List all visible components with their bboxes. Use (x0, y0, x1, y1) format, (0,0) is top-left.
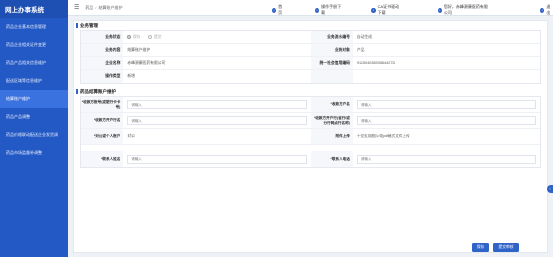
account-no-input[interactable] (127, 100, 307, 109)
account-no-cell (123, 97, 310, 112)
info-row-operation: 操作类型 新增 (81, 70, 540, 83)
account-type-value: 对公 (127, 134, 135, 138)
value-company: 赤峰源康医药有限公司 (127, 60, 166, 65)
sidebar-item-3[interactable]: 配送区域等信息维护 (0, 72, 68, 90)
top-nav-item-2[interactable]: • CA证书驱动下载 (371, 4, 402, 16)
label-company: 企业名称 (81, 57, 124, 69)
radio-save[interactable]: 保存 (127, 35, 140, 40)
label-account-no: *收款方账号(或银行卡卡号) (81, 97, 124, 112)
business-section-title: 业务管理 (74, 21, 547, 30)
sidebar-item-2[interactable]: 药品产品相关信息维护 (0, 54, 68, 72)
top-nav: • 首页 • 操作手册下载 • CA证书驱动下载 • 您好，赤峰源康医药有限公司 • 退出 (272, 4, 553, 16)
radio-save-circle (127, 35, 132, 39)
ca-icon: • (371, 7, 376, 13)
top-nav-label: CA证书驱动下载 (377, 4, 400, 15)
label-bank-branch: *收款方开户行(省行/或分行网点行名称) (310, 113, 353, 128)
info-row-status: 业务状态 保存 提交 业务流水编号 自动生成 (81, 31, 540, 44)
topbar: ☰ 药品 / 结算账户维护 • 首页 • 操作手册下载 • CA证书驱动下载 • 您好，赤峰源康医… (68, 0, 553, 16)
sidebar-item-4[interactable]: 结算账户维护 (0, 90, 68, 108)
form-row-contact: *联系人姓名 *联系人电话 (81, 151, 540, 167)
form-row-bank: *收款方开户行名 *收款方开户行(省行/或分行网点行名称) (81, 113, 540, 129)
top-nav-item-1[interactable]: • 操作手册下载 (314, 4, 342, 16)
contact-phone-cell (353, 151, 540, 167)
attachment-upload[interactable]: 十仅支持图片/或pdf格式文件上传 (353, 129, 540, 144)
sidebar-item-5[interactable]: 药品产品调整 (0, 108, 68, 126)
app-title: 网上办事系统 (0, 0, 68, 18)
label-account-name: *收款方户名 (310, 97, 353, 112)
account-name-input[interactable] (356, 100, 536, 109)
expand-panel-icon[interactable]: ‹ (547, 185, 553, 193)
contact-phone-input[interactable] (356, 154, 536, 164)
top-nav-label: 操作手册下载 (321, 4, 342, 15)
business-info-table: 业务状态 保存 提交 业务流水编号 自动生成 业务内容 结算账户维护 业务对象 … (80, 30, 541, 84)
user-icon: • (437, 7, 442, 13)
info-row-company: 企业名称 赤峰源康医药有限公司 统一社会信用编码 911504038935644… (81, 57, 540, 70)
breadcrumb-home[interactable]: 药品 (85, 5, 93, 10)
bank-name-input[interactable] (127, 116, 307, 125)
home-icon: • (272, 7, 277, 13)
radio-save-label: 保存 (132, 34, 141, 39)
sidebar-item-6[interactable]: 药品价格联动配送企业发货调 (0, 126, 68, 144)
label-bank-name: *收款方开户行名 (81, 113, 124, 128)
breadcrumb-separator: / (95, 4, 97, 10)
value-empty (353, 70, 540, 83)
label-object: 业务对象 (310, 44, 353, 56)
value-content: 结算账户维护 (127, 47, 151, 52)
sidebar-item-7[interactable]: 药品市场监督补调整 (0, 144, 68, 162)
form-row-type: *对公或个人账户 对公 附件上传 十仅支持图片/或pdf格式文件上传 (81, 129, 540, 145)
save-button[interactable]: 保存 (472, 243, 489, 252)
label-attachment: 附件上传 (310, 129, 353, 144)
main-panel: 业务管理 业务状态 保存 提交 业务流水编号 自动生成 业务内容 结算账户维护 … (73, 20, 548, 253)
label-contact-name: *联系人姓名 (81, 151, 124, 167)
contact-name-cell (123, 151, 310, 167)
top-nav-item-4[interactable]: • 退出 (540, 4, 553, 16)
status-radios: 保存 提交 (123, 31, 310, 43)
manual-icon: • (314, 7, 320, 13)
radio-submit-label: 提交 (153, 34, 162, 39)
label-serial: 业务流水编号 (310, 31, 353, 43)
value-serial: 自动生成 (356, 34, 373, 39)
info-row-content: 业务内容 结算账户维护 业务对象 产品 (81, 44, 540, 57)
top-nav-item-3[interactable]: • 您好，赤峰源康医药有限公司 (437, 4, 489, 16)
label-content: 业务内容 (81, 44, 124, 56)
sidebar: 网上办事系统 药品企业基本信息管理 药品企业相关证件变更 药品产品相关信息维护 配送区… (0, 0, 68, 257)
bank-branch-input[interactable] (356, 116, 536, 125)
label-status: 业务状态 (81, 31, 124, 43)
breadcrumb: 药品 / 结算账户维护 (85, 5, 122, 11)
radio-submit[interactable]: 提交 (148, 34, 162, 40)
value-operation: 新增 (127, 74, 135, 78)
label-credit-code: 统一社会信用编码 (310, 57, 353, 69)
bank-branch-cell (353, 113, 540, 128)
sidebar-item-1[interactable]: 药品企业相关证件变更 (0, 36, 68, 54)
sidebar-item-0[interactable]: 药品企业基本信息管理 (0, 18, 68, 36)
attachment-hint: 十仅支持图片/或pdf格式文件上传 (356, 134, 410, 138)
label-contact-phone: *联系人电话 (310, 151, 353, 167)
top-nav-label: 首页 (278, 4, 283, 15)
account-name-cell (353, 97, 540, 112)
radio-submit-circle (148, 35, 153, 39)
value-credit-code: 91150403893564427D (356, 61, 396, 65)
account-form: *收款方账号(或银行卡卡号) *收款方户名 *收款方开户行名 *收款方开户行(省… (80, 96, 541, 168)
menu-toggle-icon[interactable]: ☰ (74, 4, 79, 11)
top-nav-label: 退出 (546, 4, 551, 15)
label-account-type: *对公或个人账户 (81, 129, 124, 144)
value-object: 产品 (356, 47, 365, 52)
bank-name-cell (123, 113, 310, 128)
contact-name-input[interactable] (127, 154, 307, 164)
submit-review-button[interactable]: 提交审核 (493, 243, 519, 252)
account-section-title: 药品结算账户维护 (74, 87, 547, 96)
top-nav-item-0[interactable]: • 首页 (272, 4, 285, 16)
top-nav-label: 您好，赤峰源康医药有限公司 (443, 4, 488, 15)
label-empty (310, 70, 353, 83)
account-type-select[interactable]: 对公 (123, 129, 310, 144)
form-row-account: *收款方账号(或银行卡卡号) *收款方户名 (81, 97, 540, 113)
breadcrumb-current: 结算账户维护 (98, 4, 123, 10)
label-operation: 操作类型 (81, 70, 124, 83)
logout-icon: • (540, 7, 545, 13)
